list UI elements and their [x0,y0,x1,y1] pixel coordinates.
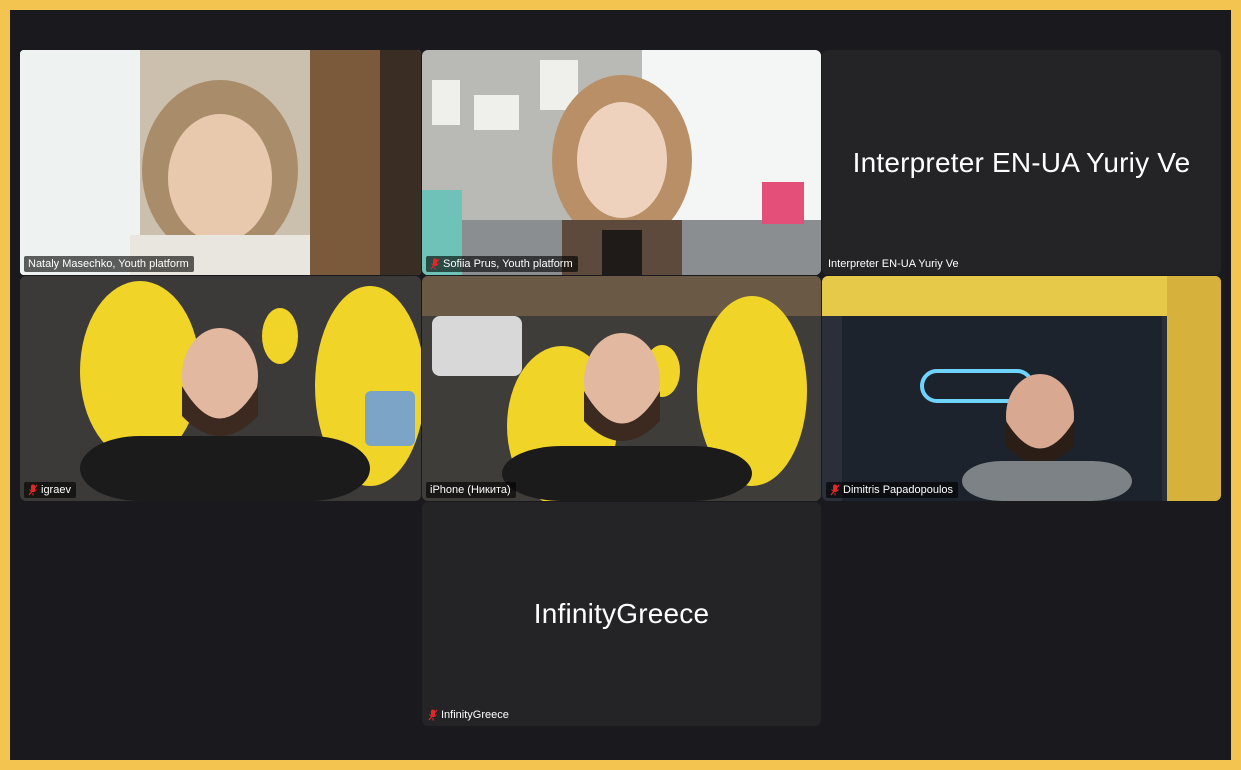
participant-display-name: InfinityGreece [533,598,710,629]
video-tile-interpreter[interactable]: Interpreter EN-UA Yuriy Ve Interpreter E… [822,50,1221,275]
muted-mic-icon [430,258,440,270]
participant-name: igraev [41,484,71,496]
meeting-gallery-view: Nataly Masechko, Youth platform Sofiia P… [10,10,1231,760]
participant-name: Dimitris Papadopoulos [843,484,954,496]
participant-name-tag: Nataly Masechko, Youth platform [24,256,194,272]
participant-name-tag: Sofiia Prus, Youth platform [426,256,578,272]
muted-mic-icon [428,709,438,721]
video-tile-dimitris[interactable]: Dimitris Papadopoulos [822,276,1221,501]
participant-name: Nataly Masechko, Youth platform [28,258,189,270]
video-feed [20,276,421,501]
participant-name: Interpreter EN-UA Yuriy Ve [828,258,959,270]
participant-name-tag: igraev [24,482,76,498]
video-feed [20,50,421,275]
video-tile-iphone[interactable]: iPhone (Никита) [422,276,821,501]
participant-name: InfinityGreece [441,709,509,721]
participant-name: Sofiia Prus, Youth platform [443,258,573,270]
video-tile-igraev[interactable]: igraev [20,276,421,501]
muted-mic-icon [830,484,840,496]
participant-display-name: Interpreter EN-UA Yuriy Ve [852,146,1191,178]
participant-name-tag: Interpreter EN-UA Yuriy Ve [826,256,964,272]
participant-name-tag: Dimitris Papadopoulos [826,482,959,498]
muted-mic-icon [28,484,38,496]
participant-name-tag: iPhone (Никита) [426,482,516,498]
participant-name-tag: InfinityGreece [426,707,514,723]
video-tile-nataly[interactable]: Nataly Masechko, Youth platform [20,50,421,275]
video-tile-infinitygreece[interactable]: InfinityGreece InfinityGreece [422,502,821,726]
participant-name: iPhone (Никита) [430,484,511,496]
video-feed [822,276,1221,501]
video-feed [422,50,821,275]
video-feed [422,276,821,501]
video-tile-sofiia[interactable]: Sofiia Prus, Youth platform [422,50,821,275]
